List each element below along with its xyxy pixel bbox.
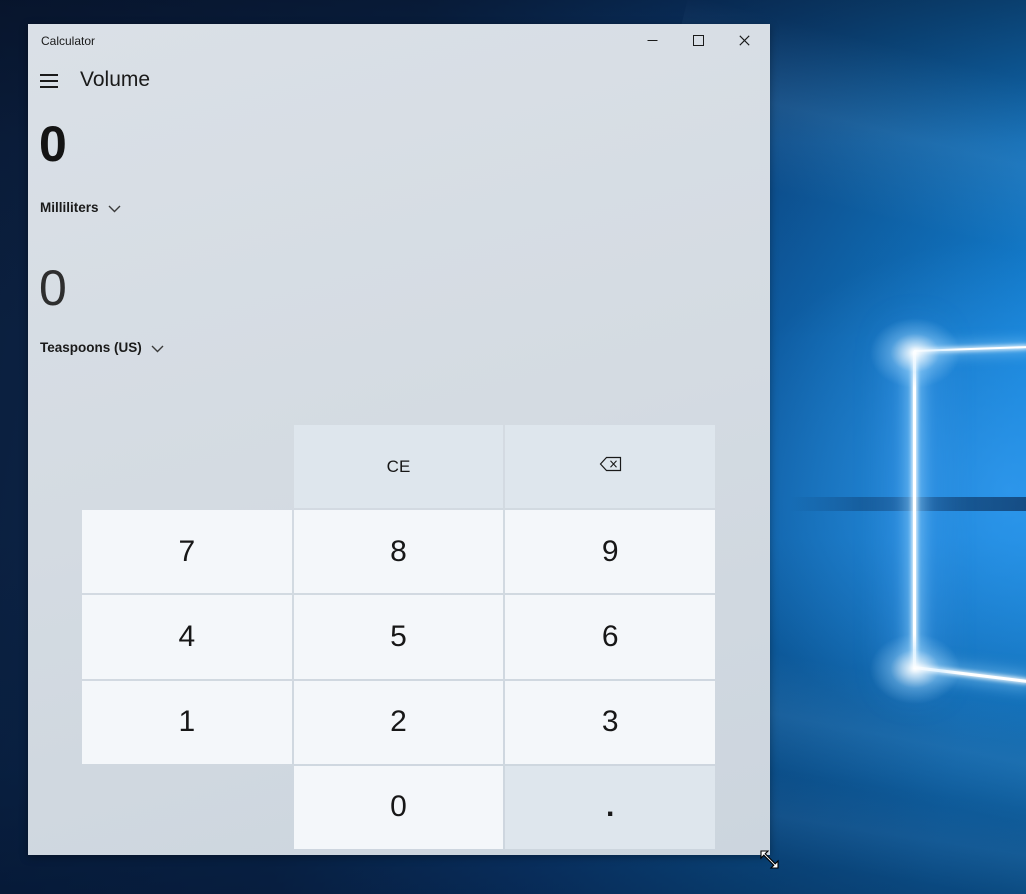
desktop-wallpaper: Calculator [0, 0, 1026, 894]
converter-input-value[interactable]: 0 [39, 116, 67, 172]
unit-selector-teaspoons[interactable]: Teaspoons (US) [40, 340, 164, 355]
windows-logo-edge [913, 351, 916, 669]
hamburger-menu-button[interactable] [36, 68, 64, 94]
keypad-spacer [82, 425, 292, 508]
maximize-icon [693, 35, 704, 46]
backspace-icon [599, 455, 622, 478]
keypad: CE 7 8 9 4 5 6 1 2 3 0 . [82, 425, 715, 849]
maximize-button[interactable] [675, 26, 721, 55]
key-9[interactable]: 9 [505, 510, 715, 593]
minimize-button[interactable] [629, 26, 675, 55]
window-title: Calculator [41, 34, 95, 48]
key-decimal[interactable]: . [505, 766, 715, 849]
page-title: Volume [80, 68, 150, 92]
key-1[interactable]: 1 [82, 681, 292, 764]
unit-selector-milliliters[interactable]: Milliliters [40, 200, 121, 215]
key-2[interactable]: 2 [294, 681, 504, 764]
close-icon [739, 35, 750, 46]
calculator-window: Calculator [28, 24, 770, 855]
chevron-down-icon [108, 203, 121, 213]
minimize-icon [647, 35, 658, 46]
unit-label: Teaspoons (US) [40, 340, 142, 355]
backspace-button[interactable] [505, 425, 715, 508]
window-controls [629, 26, 767, 55]
key-3[interactable]: 3 [505, 681, 715, 764]
unit-label: Milliliters [40, 200, 99, 215]
hamburger-icon [40, 74, 58, 76]
key-6[interactable]: 6 [505, 595, 715, 678]
converter-output-value[interactable]: 0 [39, 260, 67, 316]
titlebar[interactable]: Calculator [28, 24, 770, 56]
chevron-down-icon [151, 343, 164, 353]
key-7[interactable]: 7 [82, 510, 292, 593]
windows-logo-pane-gap [790, 497, 1026, 511]
windows-logo-edge [914, 666, 1026, 683]
clear-entry-button[interactable]: CE [294, 425, 504, 508]
key-8[interactable]: 8 [294, 510, 504, 593]
key-0[interactable]: 0 [294, 766, 504, 849]
windows-logo-edge [914, 346, 1026, 352]
key-5[interactable]: 5 [294, 595, 504, 678]
close-button[interactable] [721, 26, 767, 55]
hamburger-icon [40, 80, 58, 82]
key-4[interactable]: 4 [82, 595, 292, 678]
keypad-spacer [82, 766, 292, 849]
hamburger-icon [40, 86, 58, 88]
